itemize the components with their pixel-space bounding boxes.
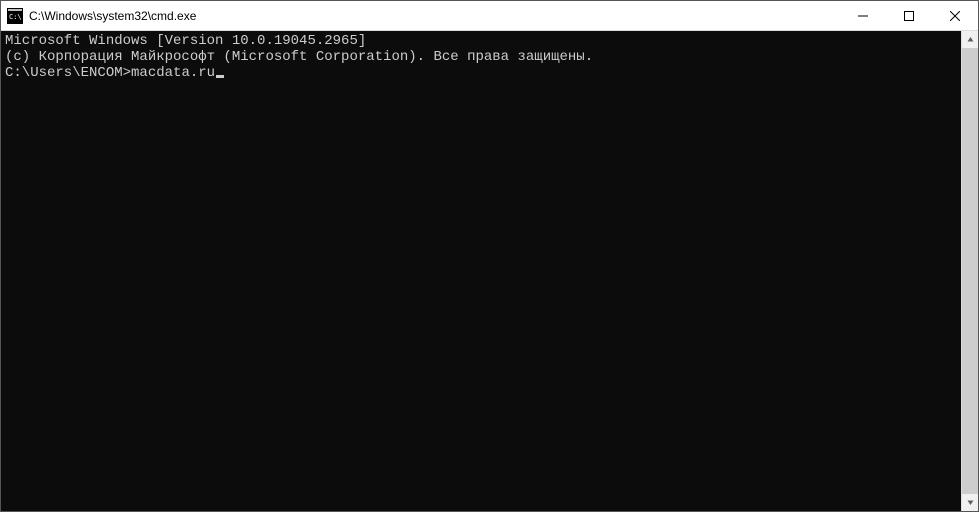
titlebar[interactable]: C:\ C:\Windows\system32\cmd.exe: [1, 1, 978, 31]
vertical-scrollbar[interactable]: [961, 31, 978, 511]
terminal-line: Microsoft Windows [Version 10.0.19045.29…: [5, 33, 961, 49]
cursor: [216, 75, 224, 78]
close-button[interactable]: [932, 1, 978, 31]
typed-command: macdata.ru: [131, 65, 215, 81]
terminal[interactable]: Microsoft Windows [Version 10.0.19045.29…: [1, 31, 961, 511]
minimize-button[interactable]: [840, 1, 886, 31]
scroll-up-arrow-icon[interactable]: [962, 31, 978, 48]
maximize-button[interactable]: [886, 1, 932, 31]
terminal-line: (c) Корпорация Майкрософт (Microsoft Cor…: [5, 49, 961, 65]
scroll-track[interactable]: [962, 48, 978, 494]
content-area: Microsoft Windows [Version 10.0.19045.29…: [1, 31, 978, 511]
prompt: C:\Users\ENCOM>: [5, 65, 131, 81]
prompt-line: C:\Users\ENCOM>macdata.ru: [5, 65, 961, 81]
svg-text:C:\: C:\: [9, 13, 22, 21]
window-title: C:\Windows\system32\cmd.exe: [29, 9, 840, 23]
cmd-icon: C:\: [7, 8, 23, 24]
window-controls: [840, 1, 978, 30]
scroll-thumb[interactable]: [962, 48, 978, 494]
scroll-down-arrow-icon[interactable]: [962, 494, 978, 511]
